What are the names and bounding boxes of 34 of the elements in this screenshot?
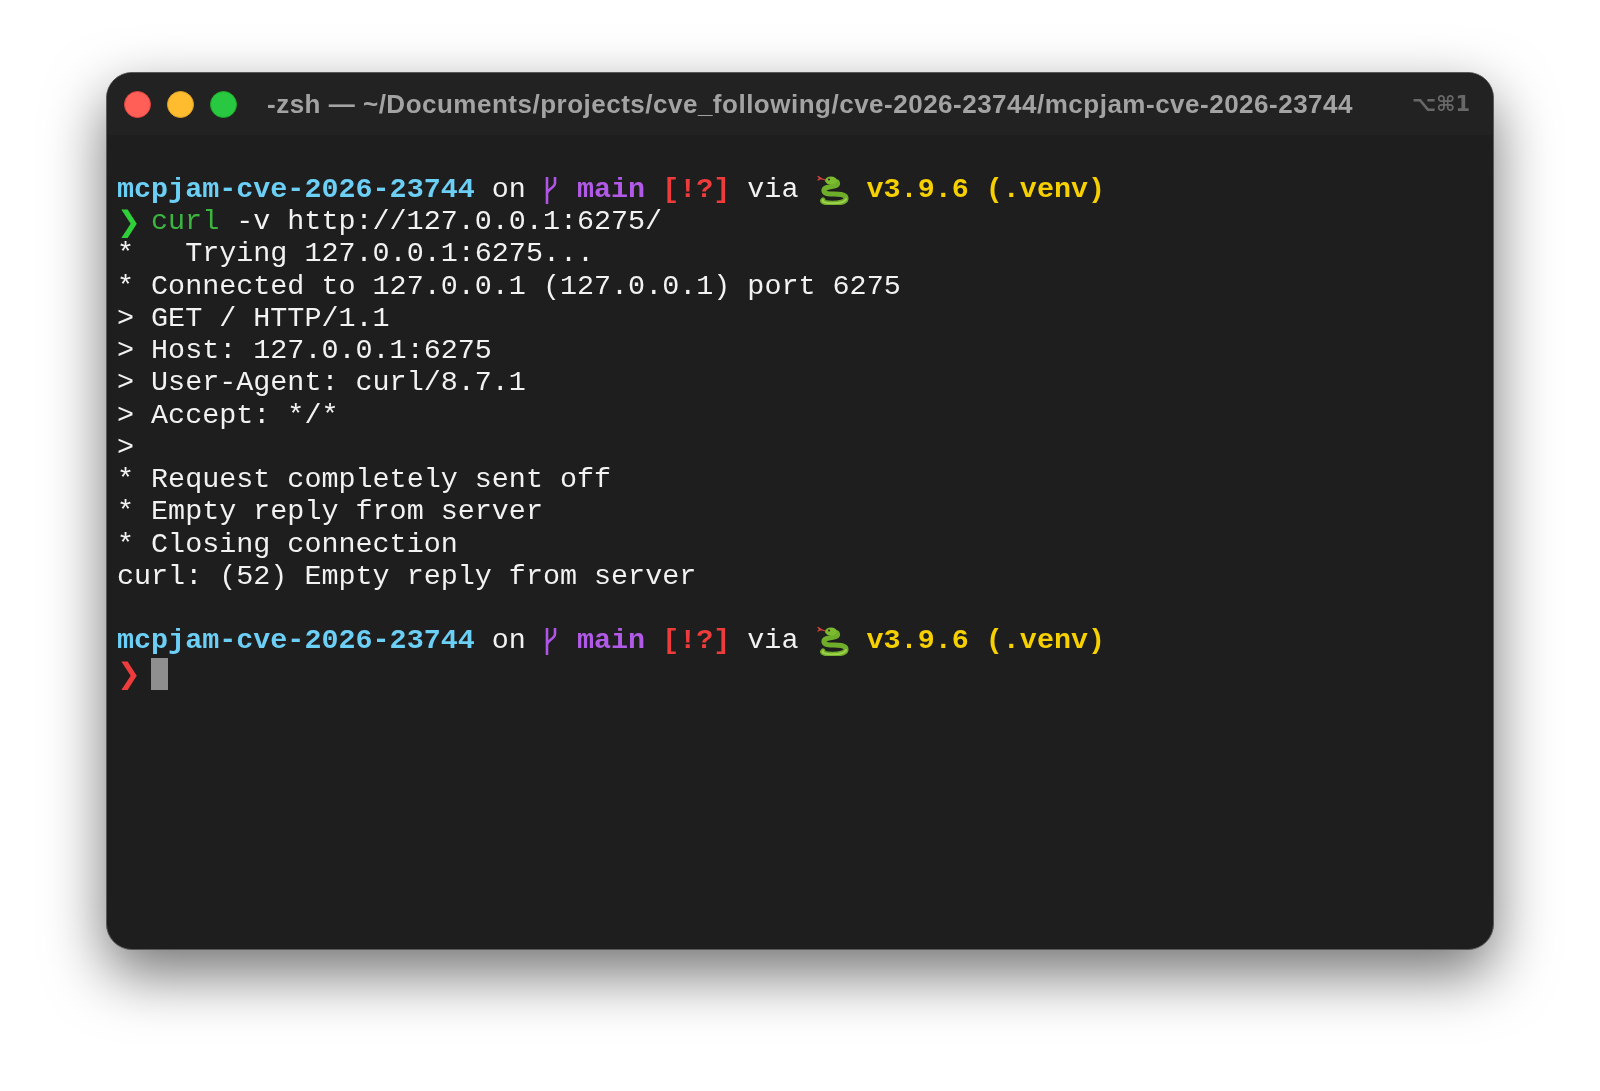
zoom-button[interactable] <box>210 90 237 118</box>
minimize-button[interactable] <box>167 90 194 118</box>
prompt-text: on <box>491 174 526 207</box>
output-line: * Empty reply from server <box>117 496 543 529</box>
output-line: > User-Agent: curl/8.7.1 <box>117 367 526 400</box>
output-line: * Trying 127.0.0.1:6275... <box>117 238 595 271</box>
snake-icon <box>815 626 850 657</box>
prompt-text: via <box>747 174 799 207</box>
close-button[interactable] <box>124 90 151 118</box>
command-name: curl <box>151 206 220 239</box>
git-branch-icon <box>544 627 559 655</box>
output-line: > <box>117 431 135 465</box>
output-line: > Host: 127.0.0.1:6275 <box>117 335 492 368</box>
window-title: -zsh — ~/Documents/projects/cve_following/cve-2026-23744/mcpjam-cve-2026-23744 <box>267 89 1353 119</box>
directory-name: mcpjam-cve-2026-23744 <box>117 174 475 207</box>
git-status: [!?] <box>662 625 731 658</box>
git-status: [!?] <box>662 174 731 207</box>
output-line: > Accept: */* <box>117 399 339 432</box>
command-arguments: -v http://127.0.0.1:6275/ <box>236 206 663 239</box>
directory-name: mcpjam-cve-2026-23744 <box>117 625 475 658</box>
output-line: * Request completely sent off <box>117 464 612 497</box>
output-line: > GET / HTTP/1.1 <box>117 302 390 336</box>
output-line: curl: (52) Empty reply from server <box>117 560 697 594</box>
branch-name: main <box>576 174 646 207</box>
prompt-text: on <box>491 625 526 658</box>
output-line: * Closing connection <box>117 528 458 561</box>
keyboard-shortcut: ⌥⌘1 <box>1411 91 1470 118</box>
snake-icon <box>815 175 850 206</box>
python-version: v3.9.6 (.venv) <box>866 625 1106 658</box>
python-version: v3.9.6 (.venv) <box>866 174 1106 207</box>
output-line: * Connected to 127.0.0.1 (127.0.0.1) port 6275 <box>117 270 901 303</box>
branch-name: main <box>576 625 646 658</box>
git-branch-icon <box>544 176 559 204</box>
prompt-text: via <box>747 625 799 658</box>
